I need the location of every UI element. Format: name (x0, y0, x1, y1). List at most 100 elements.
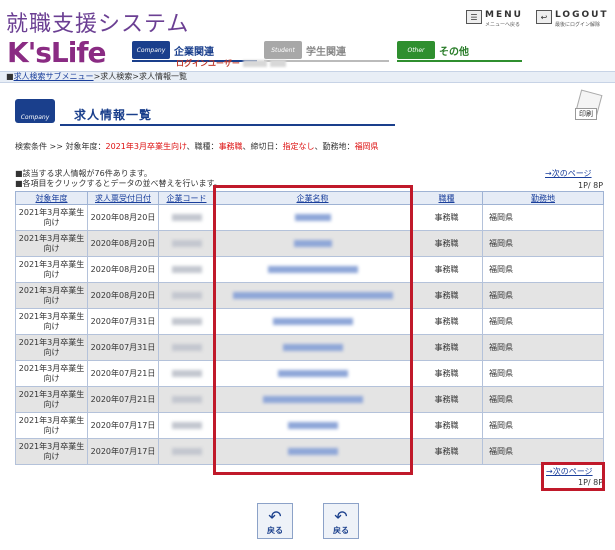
result-notes: ■該当する求人情報が76件あります。 ■各項目をクリックするとデータの並べ替えを… (15, 169, 222, 189)
column-header-year[interactable]: 対象年度 (15, 191, 88, 205)
company-code-redacted (171, 396, 202, 403)
breadcrumb: ■求人検索サブメニュー>求人検索>求人情報一覧 (0, 71, 615, 83)
cell-job: 事務職 (410, 204, 483, 231)
next-page-link-top[interactable]: →次のページ (545, 168, 592, 179)
logout-sublabel: 最後にログイン解除 (555, 22, 601, 28)
column-header-location[interactable]: 勤務地 (482, 191, 604, 205)
cell-date: 2020年08月20日 (87, 282, 159, 309)
nav-other[interactable]: Other その他 (397, 40, 469, 60)
menu-icon: ☰ (466, 10, 482, 24)
building-icon: Company (132, 41, 170, 59)
company-back-button-label: 戻る (333, 526, 349, 535)
back-button[interactable]: ↶ 戻る (257, 503, 293, 539)
cell-job: 事務職 (410, 256, 483, 283)
conditions-deadline-label: 、締切日： (242, 142, 283, 151)
cell-year: 2021年3月卒業生向け (15, 360, 88, 387)
menu-label: MENU (485, 10, 523, 20)
cell-year: 2021年3月卒業生向け (15, 204, 88, 231)
nav-other-underline (397, 60, 522, 62)
graduation-cap-icon: Student (264, 41, 302, 59)
cell-date: 2020年08月20日 (87, 230, 159, 257)
company-code-redacted (171, 292, 202, 299)
conditions-job-label: 、職種： (186, 142, 219, 151)
logout-label: LOGOUT (555, 10, 609, 20)
back-arrow-icon: ↶ (268, 507, 282, 526)
cell-company-code (158, 438, 215, 465)
cell-company-code (158, 308, 215, 335)
company-back-icon: ↶ (334, 507, 348, 526)
logout-button[interactable]: ↩ LOGOUT 最後にログイン解除 (536, 10, 609, 28)
column-header-job-type[interactable]: 職種 (410, 191, 483, 205)
company-code-redacted (171, 370, 202, 377)
cell-company-code (158, 412, 215, 439)
login-user-name-redacted (242, 60, 267, 67)
column-header-company-code[interactable]: 企業コード (158, 191, 215, 205)
cell-date: 2020年07月31日 (87, 308, 159, 335)
conditions-location-value: 福岡県 (354, 142, 379, 151)
company-code-redacted (171, 240, 202, 247)
company-code-redacted (171, 214, 202, 221)
cell-year: 2021年3月卒業生向け (15, 334, 88, 361)
print-label: 印刷 (575, 108, 597, 120)
login-user-label: ログインユーザー (176, 59, 240, 68)
logo: K'sLife (7, 36, 107, 69)
back-button-label: 戻る (267, 526, 283, 535)
cell-location: 福岡県 (482, 334, 604, 361)
cell-location: 福岡県 (482, 386, 604, 413)
conditions-year-value: 2021年3月卒業生向け (105, 142, 187, 151)
nav-company[interactable]: Company 企業関連 (132, 40, 214, 60)
nav-company-label: 企業関連 (174, 46, 214, 58)
result-count-note: ■該当する求人情報が76件あります。 (15, 169, 152, 178)
cell-company-code (158, 360, 215, 387)
cell-company-code (158, 256, 215, 283)
cell-job: 事務職 (410, 360, 483, 387)
cell-year: 2021年3月卒業生向け (15, 282, 88, 309)
menu-button[interactable]: ☰ MENU メニューへ戻る (466, 10, 523, 28)
breadcrumb-rest: >求人検索>求人情報一覧 (93, 72, 187, 81)
system-title: 就職支援システム (6, 12, 190, 37)
company-code-redacted (171, 318, 202, 325)
title-underline (60, 124, 395, 126)
cell-location: 福岡県 (482, 308, 604, 335)
cell-company-code (158, 204, 215, 231)
cell-job: 事務職 (410, 438, 483, 465)
breadcrumb-bullet: ■ (6, 72, 14, 81)
logout-icon: ↩ (536, 10, 552, 24)
header: 就職支援システム K'sLife Company 企業関連 Student 学生… (0, 0, 615, 70)
cell-location: 福岡県 (482, 256, 604, 283)
cell-year: 2021年3月卒業生向け (15, 256, 88, 283)
login-user: ログインユーザー (176, 58, 286, 69)
cell-date: 2020年07月31日 (87, 334, 159, 361)
cell-date: 2020年08月20日 (87, 204, 159, 231)
page-title: 求人情報一覧 (74, 108, 153, 122)
nav-other-label: その他 (439, 46, 469, 58)
cell-date: 2020年07月17日 (87, 438, 159, 465)
star-icon: Other (397, 41, 435, 59)
cell-year: 2021年3月卒業生向け (15, 230, 88, 257)
company-code-redacted (171, 422, 202, 429)
cell-job: 事務職 (410, 386, 483, 413)
menu-sublabel: メニューへ戻る (485, 22, 521, 28)
search-conditions: 検索条件 >> 対象年度：2021年3月卒業生向け、職種：事務職、締切日：指定な… (15, 141, 379, 152)
column-header-received-date[interactable]: 求人票受付日付 (87, 191, 159, 205)
cell-job: 事務職 (410, 282, 483, 309)
company-code-redacted (171, 448, 202, 455)
cell-location: 福岡県 (482, 360, 604, 387)
cell-location: 福岡県 (482, 230, 604, 257)
breadcrumb-link-search-submenu[interactable]: 求人検索サブメニュー (14, 72, 94, 81)
company-code-redacted (171, 266, 202, 273)
cell-location: 福岡県 (482, 412, 604, 439)
cell-location: 福岡県 (482, 438, 604, 465)
company-back-button[interactable]: ↶ 戻る (323, 503, 359, 539)
cell-company-code (158, 386, 215, 413)
cell-company-code (158, 282, 215, 309)
cell-company-code (158, 334, 215, 361)
cell-year: 2021年3月卒業生向け (15, 308, 88, 335)
company-name-column-highlight (213, 185, 413, 475)
login-user-name-redacted (269, 60, 286, 67)
cell-date: 2020年08月20日 (87, 256, 159, 283)
print-button[interactable]: 印刷 (566, 89, 606, 120)
nav-student[interactable]: Student 学生関連 (264, 40, 346, 60)
cell-job: 事務職 (410, 334, 483, 361)
conditions-deadline-value: 指定なし (282, 142, 315, 151)
